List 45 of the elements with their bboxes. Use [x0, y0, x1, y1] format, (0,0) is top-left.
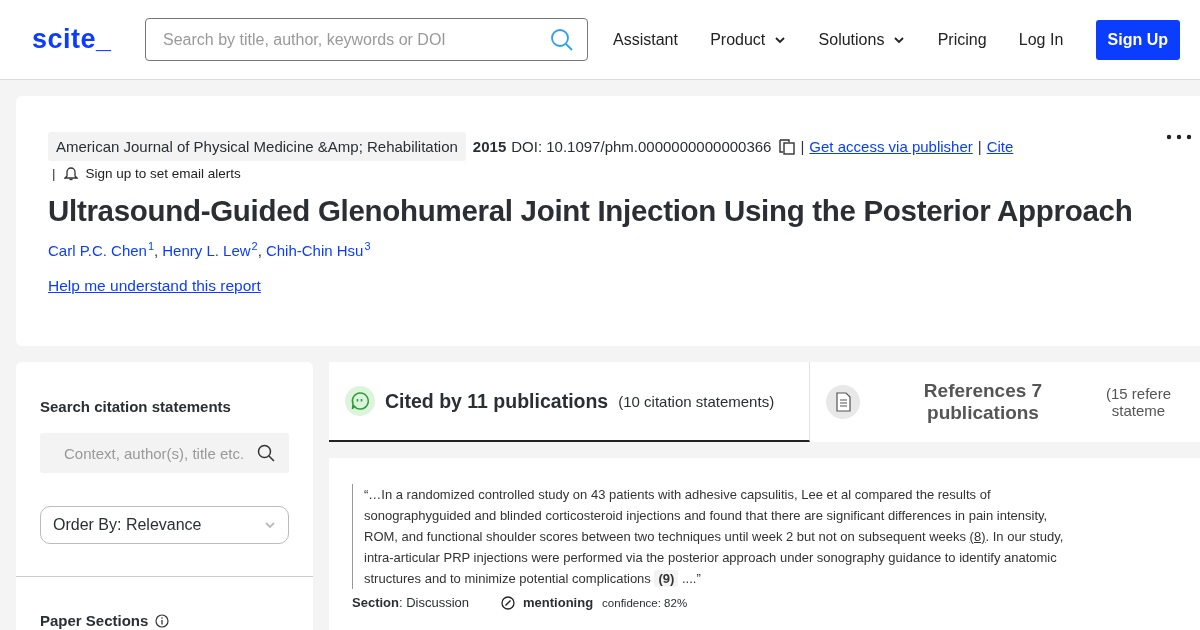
search-icon — [257, 444, 275, 462]
copy-icon — [779, 138, 796, 155]
nav-link[interactable]: Assistant — [613, 30, 678, 49]
comma-text: , — [154, 242, 159, 259]
tab[interactable]: Cited by 11 publications (10 citation statements) — [329, 362, 810, 442]
citation-type: mentioning — [523, 595, 594, 610]
email-alerts-link[interactable]: Sign up to set email alerts — [85, 165, 241, 181]
comma-text: , — [257, 242, 262, 259]
author-link[interactable]: Chih-Chin Hsu$^{3}$ — [265, 240, 371, 259]
search-icon — [550, 28, 574, 52]
help-link[interactable]: Help me understand this report — [48, 277, 261, 295]
speech-bubble-icon — [345, 386, 375, 416]
publisher-link[interactable]: Get access via publisher — [809, 138, 973, 155]
citation-quote: “…In a randomized controlled study on 43 patients with adhesive capsulitis, Lee et al compared the results of sonographyguided and blinded corticosteroid injections and found that there are significant differences in pain intensity, ROM, and functional shoulder scores between two techniques until week 2 but not on subsequent weeks (8). In our study, intra-articular PRP injections were performed via the posterior approach under sonography guidance to identify anatomic structures and to minimize potential complications (9) ....” — [352, 484, 1077, 589]
author-link[interactable]: Henry L. Lew$^{2}$ — [162, 240, 258, 259]
sign-up-button[interactable]: Sign Up — [1095, 19, 1180, 60]
order-by-dropdown[interactable]: Order By: Relevance — [40, 506, 289, 544]
nav-link[interactable]: Pricing — [937, 30, 987, 49]
citation-search-field[interactable]: Context, author(s), title etc. — [40, 433, 289, 473]
author-link[interactable]: Carl P.C. Chen$^{1}$ — [48, 240, 155, 259]
publisher-link[interactable]: Cite — [986, 138, 1014, 155]
nav-link[interactable]: Log In — [1018, 30, 1064, 49]
reference-badge[interactable]: (9) — [654, 570, 679, 587]
chevron-down-icon — [264, 519, 276, 531]
section-heading: Paper Sections — [40, 612, 149, 629]
separator-text: | — [977, 138, 982, 155]
year-text: 2015 — [472, 138, 507, 155]
journal-tag[interactable]: American Journal of Physical Medicine &Amp; Rehabilitation — [48, 132, 466, 161]
document-icon — [826, 385, 860, 419]
doi-text: DOI: 10.1097/phm.0000000000000366 — [511, 138, 772, 155]
section-heading: Search citation statements — [40, 398, 232, 415]
nav-menu[interactable]: Product — [710, 30, 787, 49]
search-field[interactable]: Search by title, author, keywords or DOI — [145, 18, 588, 61]
tab[interactable]: References 7 publications (15 refere stateme — [810, 362, 1200, 442]
bell-icon — [63, 165, 78, 181]
compass-icon — [501, 595, 516, 610]
paper-title: Ultrasound-Guided Glenohumeral Joint Injection Using the Posterior Approach — [48, 194, 1134, 228]
nav-menu[interactable]: Solutions — [818, 30, 906, 49]
section-text: Section: Discussion — [352, 595, 470, 610]
separator-text: | — [800, 138, 805, 155]
separator-text: | — [52, 165, 56, 181]
logo[interactable]: scite_ — [32, 24, 145, 55]
more-icon — [1166, 134, 1192, 140]
confidence-text: confidence: 82% — [602, 596, 688, 609]
info-icon — [155, 613, 170, 628]
